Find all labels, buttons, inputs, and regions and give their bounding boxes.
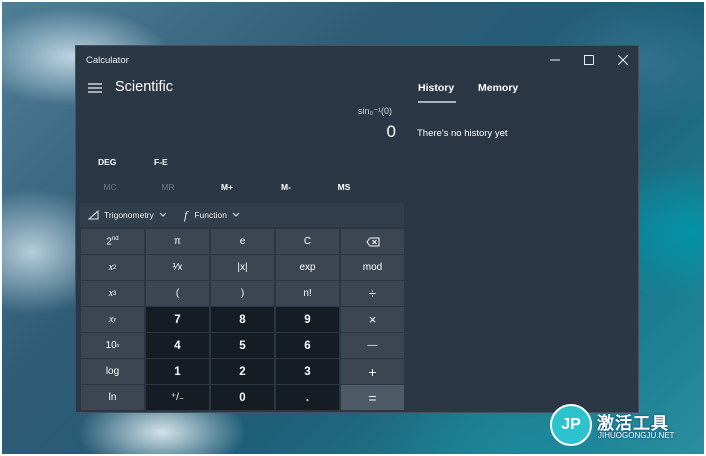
- triangle-ruler-icon: [88, 210, 99, 220]
- power-button[interactable]: xy: [81, 307, 144, 332]
- ten-power-base: 10: [105, 340, 117, 351]
- memory-subtract-button[interactable]: M-: [266, 182, 306, 192]
- watermark: JP 激活工具 JIHUOGONGJU.NET: [550, 404, 700, 448]
- chevron-down-icon: [159, 212, 167, 217]
- digit-9-button[interactable]: 9: [276, 307, 339, 332]
- ln-button[interactable]: ln: [81, 385, 144, 410]
- clear-button[interactable]: C: [276, 229, 339, 254]
- ten-power-button[interactable]: 10 x: [81, 333, 144, 358]
- angle-unit-button[interactable]: DEG: [98, 157, 116, 167]
- watermark-site: JIHUOGONGJU.NET: [598, 431, 675, 440]
- function-f-icon: f: [184, 207, 188, 222]
- desktop-wallpaper: Calculator Scientific sin₀⁻¹(0) 0 DEG F-…: [2, 2, 704, 454]
- digit-2-button[interactable]: 2: [211, 359, 274, 384]
- function-dropdown[interactable]: f Function: [184, 203, 240, 227]
- mode-title: Scientific: [115, 79, 174, 95]
- function-label: Function: [194, 210, 227, 220]
- factorial-button[interactable]: n!: [276, 281, 339, 306]
- function-bar: Trigonometry f Function: [80, 203, 404, 227]
- equals-button[interactable]: =: [341, 385, 404, 410]
- cube-button[interactable]: x3: [81, 281, 144, 306]
- close-icon: [618, 55, 628, 65]
- minimize-icon: [550, 59, 560, 61]
- empty-history-message: There's no history yet: [417, 128, 508, 139]
- digit-1-button[interactable]: 1: [146, 359, 209, 384]
- digit-8-button[interactable]: 8: [211, 307, 274, 332]
- trigonometry-label: Trigonometry: [104, 210, 154, 220]
- negate-button[interactable]: ⁺/₋: [146, 385, 209, 410]
- digit-7-button[interactable]: 7: [146, 307, 209, 332]
- hamburger-menu-icon[interactable]: [88, 82, 102, 94]
- mod-button[interactable]: mod: [341, 255, 404, 280]
- chevron-down-icon: [232, 212, 240, 217]
- cube-exponent: 3: [113, 290, 117, 297]
- reciprocal-button[interactable]: ¹⁄x: [146, 255, 209, 280]
- close-button[interactable]: [606, 46, 640, 74]
- second-button[interactable]: 2nd: [81, 229, 144, 254]
- memory-clear-button[interactable]: MC: [90, 182, 130, 192]
- plus-button[interactable]: +: [341, 359, 404, 384]
- tab-history[interactable]: History: [418, 82, 454, 94]
- digit-6-button[interactable]: 6: [276, 333, 339, 358]
- history-panel: History Memory There's no history yet: [404, 74, 639, 413]
- pi-button[interactable]: π: [146, 229, 209, 254]
- multiply-button[interactable]: ×: [341, 307, 404, 332]
- watermark-logo: JP: [550, 404, 592, 446]
- second-label: 2nd: [106, 235, 119, 248]
- decimal-button[interactable]: .: [276, 385, 339, 410]
- memory-add-button[interactable]: M+: [207, 182, 247, 192]
- backspace-icon: [365, 237, 379, 246]
- right-paren-button[interactable]: ): [211, 281, 274, 306]
- title-bar[interactable]: Calculator: [76, 46, 638, 74]
- tab-memory[interactable]: Memory: [478, 82, 518, 94]
- backspace-button[interactable]: [341, 229, 404, 254]
- fe-button[interactable]: F-E: [154, 157, 168, 167]
- calculator-window: Calculator Scientific sin₀⁻¹(0) 0 DEG F-…: [75, 45, 639, 413]
- divide-button[interactable]: ÷: [341, 281, 404, 306]
- keypad: 2nd π e C x2 ¹⁄x |x| exp mod x3 () n! ÷…: [80, 228, 404, 411]
- minimize-button[interactable]: [538, 46, 572, 74]
- result-display: 0: [386, 122, 396, 141]
- maximize-button[interactable]: [572, 46, 606, 74]
- power-exponent: y: [113, 316, 117, 323]
- maximize-icon: [584, 55, 594, 65]
- exp-button[interactable]: exp: [276, 255, 339, 280]
- minus-button[interactable]: —: [341, 333, 404, 358]
- digit-4-button[interactable]: 4: [146, 333, 209, 358]
- app-title: Calculator: [86, 55, 129, 66]
- expression-display: sin₀⁻¹(0): [358, 106, 392, 116]
- digit-5-button[interactable]: 5: [211, 333, 274, 358]
- digit-0-button[interactable]: 0: [211, 385, 274, 410]
- memory-store-button[interactable]: MS: [324, 182, 364, 192]
- left-paren-button[interactable]: (: [146, 281, 209, 306]
- digit-3-button[interactable]: 3: [276, 359, 339, 384]
- trigonometry-dropdown[interactable]: Trigonometry: [88, 203, 167, 227]
- ten-power-exponent: x: [116, 342, 120, 349]
- square-button[interactable]: x2: [81, 255, 144, 280]
- e-button[interactable]: e: [211, 229, 274, 254]
- active-tab-indicator: [418, 101, 456, 103]
- memory-recall-button[interactable]: MR: [148, 182, 188, 192]
- abs-button[interactable]: |x|: [211, 255, 274, 280]
- square-exponent: 2: [113, 264, 117, 271]
- log-button[interactable]: log: [81, 359, 144, 384]
